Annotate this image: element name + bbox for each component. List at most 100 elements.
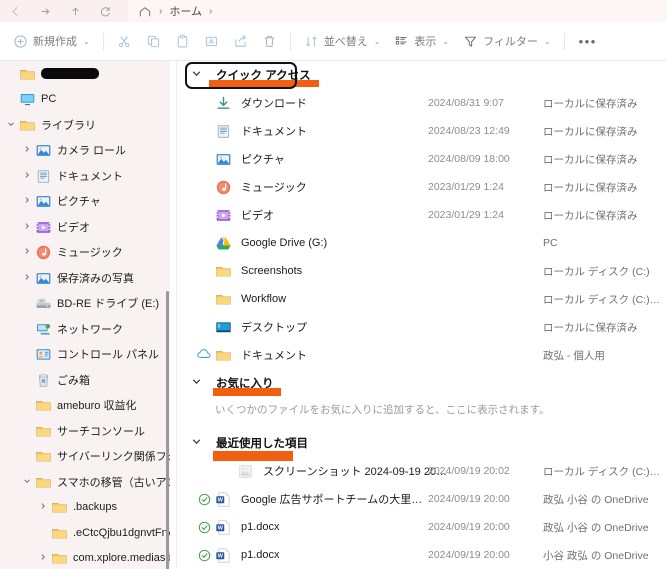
group-header-recent[interactable]: 最近使用した項目 [177, 429, 667, 461]
network-icon [35, 321, 51, 337]
file-list-row[interactable]: ミュージック 2023/01/29 1:24 ローカルに保存済み [177, 173, 667, 201]
sort-button[interactable]: 並べ替え ⌄ [297, 28, 388, 55]
sidebar-item-サイバーリンク関係フォルダー4[interactable]: サイバーリンク関係フォルダー4 [0, 444, 170, 470]
sidebar-item-ネットワーク[interactable]: ネットワーク [0, 316, 170, 342]
file-list-row[interactable]: ダウンロード 2024/08/31 9:07 ローカルに保存済み [177, 89, 667, 117]
address-bar[interactable]: › ホーム › [128, 0, 667, 22]
file-location: ローカルに保存済み [543, 321, 638, 334]
sidebar-item-.backups[interactable]: .backups [0, 495, 170, 521]
google-drive-icon [215, 235, 232, 252]
plus-circle-icon [13, 34, 28, 49]
chevron-right-icon[interactable] [19, 222, 35, 232]
filter-button[interactable]: フィルター ⌄ [456, 28, 557, 55]
file-list-row[interactable]: W Google 広告サポートチームの大里様... 2024/09/19 20:00… [177, 485, 667, 513]
sidebar-item-カメラ-ロール[interactable]: カメラ ロール [0, 138, 170, 164]
delete-button[interactable] [255, 28, 284, 55]
rename-button[interactable] [197, 28, 226, 55]
file-list-row[interactable]: Screenshots ローカル ディスク (C:) [177, 257, 667, 285]
group-title: 最近使用した項目 [216, 438, 308, 450]
chevron-right-icon[interactable] [19, 273, 35, 283]
chevron-down-icon[interactable] [19, 477, 35, 487]
file-name: Screenshots [241, 265, 303, 277]
sidebar-item-ビデオ[interactable]: ビデオ [0, 214, 170, 240]
copy-button[interactable] [139, 28, 168, 55]
folder-icon [19, 66, 35, 82]
home-icon[interactable] [138, 5, 152, 17]
back-icon[interactable] [0, 1, 30, 21]
sidebar-item-スマホの移管（古いアロウファイル移[interactable]: スマホの移管（古いアロウファイル移 [0, 469, 170, 495]
refresh-icon[interactable] [90, 1, 120, 21]
sidebar-item-label: サイバーリンク関係フォルダー4 [57, 451, 170, 464]
file-name: ドキュメント [241, 126, 307, 138]
chevron-right-icon[interactable] [35, 502, 51, 512]
breadcrumb-separator: › [159, 5, 163, 17]
sidebar-item-label: 保存済みの写真 [57, 272, 134, 285]
sidebar-item-redacted[interactable] [0, 61, 170, 87]
file-list-row[interactable]: ドキュメント 2024/08/23 12:49 ローカルに保存済み [177, 117, 667, 145]
chevron-right-icon[interactable] [19, 247, 35, 257]
chevron-down-icon: ⌄ [442, 36, 450, 46]
paste-button[interactable] [168, 28, 197, 55]
file-name: ダウンロード [241, 98, 307, 110]
sidebar-item-label: ミュージック [57, 247, 123, 260]
documents-icon [215, 123, 232, 140]
overflow-menu-button[interactable]: ••• [571, 34, 605, 49]
file-date: 2024/08/23 12:49 [428, 125, 510, 137]
chevron-right-icon[interactable] [19, 171, 35, 181]
sidebar-item-bd-re-ドライブ-(e:)[interactable]: BD-RE ドライブ (E:) [0, 291, 170, 317]
group-header-favorites[interactable]: お気に入り [177, 369, 667, 397]
file-list-row[interactable]: Wp1.docx 2024/09/19 20:00 政弘 小谷 の OneDrive [177, 513, 667, 541]
sidebar-item-ごみ箱[interactable]: ごみ箱 [0, 367, 170, 393]
sync-check-icon [193, 521, 215, 534]
toolbar-divider-1 [102, 32, 104, 50]
file-list-row[interactable]: Workflow ローカル ディスク (C:)¥P... [177, 285, 667, 313]
file-list-row[interactable]: Google Drive (G:) PC [177, 229, 667, 257]
view-button[interactable]: 表示 ⌄ [387, 28, 456, 55]
sidebar-item-保存済みの写真[interactable]: 保存済みの写真 [0, 265, 170, 291]
sidebar-scrollbar[interactable] [166, 291, 169, 569]
folder-icon [19, 117, 35, 133]
chevron-down-icon[interactable] [191, 376, 202, 390]
share-button[interactable] [226, 28, 255, 55]
file-list-row[interactable]: Wp1.docx 2024/09/19 20:00 小谷 政弘 の OneDrive [177, 541, 667, 569]
breadcrumb-separator-2[interactable]: › [209, 6, 212, 17]
sidebar-item-ライブラリ[interactable]: ライブラリ [0, 112, 170, 138]
chevron-down-icon[interactable] [191, 68, 202, 82]
sync-check-icon [193, 549, 215, 562]
file-list-row[interactable]: ビデオ 2023/01/29 1:24 ローカルに保存済み [177, 201, 667, 229]
sidebar-item-ミュージック[interactable]: ミュージック [0, 240, 170, 266]
word-icon: W [215, 491, 232, 508]
new-button[interactable]: 新規作成 ⌄ [6, 28, 97, 55]
file-list-row[interactable]: ドキュメント 政弘 - 個人用 [177, 341, 667, 369]
cut-button[interactable] [110, 28, 139, 55]
sidebar-item-ドキュメント[interactable]: ドキュメント [0, 163, 170, 189]
chevron-right-icon[interactable] [19, 145, 35, 155]
file-location: ローカル ディスク (C:) [543, 265, 650, 278]
video-icon [35, 219, 51, 235]
chevron-right-icon[interactable] [19, 196, 35, 206]
file-list-row[interactable]: スクリーンショット 2024-09-19 20022... 2024/09/19 … [177, 457, 667, 485]
svg-text:W: W [218, 525, 224, 531]
sidebar-item-ameburo-収益化[interactable]: ameburo 収益化 [0, 393, 170, 419]
file-list-row[interactable]: ピクチャ 2024/08/09 18:00 ローカルに保存済み [177, 145, 667, 173]
sidebar-item-ピクチャ[interactable]: ピクチャ [0, 189, 170, 215]
breadcrumb-item-home[interactable]: ホーム [169, 3, 202, 19]
chevron-right-icon[interactable] [35, 553, 51, 563]
pictures-icon [35, 270, 51, 286]
file-list-row[interactable]: デスクトップ ローカルに保存済み [177, 313, 667, 341]
group-header-quick-access[interactable]: クイック アクセス [177, 61, 667, 89]
forward-icon[interactable] [30, 1, 60, 21]
file-location: ローカルに保存済み [543, 125, 638, 138]
sidebar-item-com.xplore.mediasdk[interactable]: com.xplore.mediasdk [0, 546, 170, 569]
sidebar-item-label: .backups [73, 501, 118, 514]
chevron-down-icon[interactable] [3, 120, 19, 130]
chevron-down-icon[interactable] [191, 436, 202, 450]
file-name: Workflow [241, 293, 287, 305]
sidebar-item-サーチコンソール[interactable]: サーチコンソール [0, 418, 170, 444]
file-date: 2024/08/31 9:07 [428, 97, 504, 109]
file-location: ローカルに保存済み [543, 97, 638, 110]
sidebar-item-pc[interactable]: PC [0, 87, 170, 113]
up-icon[interactable] [60, 1, 90, 21]
sidebar-item-コントロール-パネル[interactable]: コントロール パネル [0, 342, 170, 368]
sidebar-item-.ectcqjbu1dgnvtfnvnr6yeptp1[interactable]: .eCtcQjbu1dgnvtFnvnr6yepTp1 [0, 520, 170, 546]
